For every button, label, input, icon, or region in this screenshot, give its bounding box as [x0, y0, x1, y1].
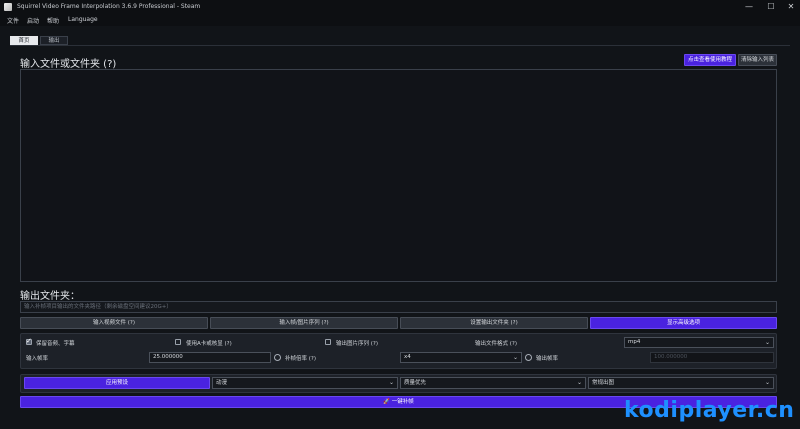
tab-divider [10, 45, 790, 46]
apply-preset-button[interactable]: 应用预设 [24, 377, 210, 389]
output-section-title: 输出文件夹： [20, 291, 80, 302]
input-image-sequence-button[interactable]: 输入帧/图片序列 (?) [210, 317, 398, 329]
output-fps-label: 输出帧率 [536, 356, 559, 362]
tutorial-button[interactable]: 点击查看使用教程 [684, 54, 736, 66]
input-fps-label: 输入帧率 [26, 356, 49, 362]
show-advanced-button[interactable]: 显示高级选项 [590, 317, 777, 329]
title-bar: Squirrel Video Frame Interpolation 3.6.9… [0, 0, 800, 14]
keep-audio-checkbox[interactable] [26, 337, 32, 345]
output-path-input[interactable]: 输入补帧项目输出的文件夹路径（剩余磁盘空间建议20G+） [20, 301, 777, 313]
preset-select-1[interactable]: 动漫 ⌄ [212, 377, 398, 389]
output-format-select[interactable]: mp4 ⌄ [624, 337, 774, 348]
menu-language[interactable]: Language [68, 16, 98, 23]
interp-ratio-label: 补帧倍率 (?) [285, 356, 316, 362]
use-a-card-checkbox[interactable] [175, 339, 181, 345]
start-interpolation-label: 一键补帧 [391, 399, 414, 405]
rocket-icon: 🚀 [383, 399, 392, 405]
preset-2-value: 质量优先 [404, 380, 427, 386]
tab-output[interactable]: 输出 [40, 36, 68, 45]
set-output-folder-button[interactable]: 设置输出文件夹 (?) [400, 317, 588, 329]
output-format-label: 输出文件格式 (?) [475, 341, 517, 347]
preset-select-3[interactable]: 常规出图 ⌄ [588, 377, 774, 389]
chevron-down-icon: ⌄ [764, 379, 770, 386]
input-video-button[interactable]: 输入视频文件 (?) [20, 317, 208, 329]
interp-ratio-radio[interactable] [274, 354, 281, 361]
maximize-icon[interactable]: ☐ [766, 2, 776, 12]
output-fps-field[interactable]: 100.000000 [650, 352, 774, 363]
chevron-down-icon: ⌄ [764, 339, 770, 346]
app-icon [4, 3, 12, 11]
input-section-title: 输入文件或文件夹 (?) [20, 59, 117, 70]
menu-launch[interactable]: 启动 [27, 16, 39, 25]
keep-audio-label: 保留音频、字幕 [36, 341, 75, 347]
output-format-value: mp4 [628, 339, 641, 345]
chevron-down-icon: ⌄ [388, 379, 394, 386]
tab-home[interactable]: 首页 [10, 36, 38, 45]
window-title: Squirrel Video Frame Interpolation 3.6.9… [17, 3, 201, 10]
menu-help[interactable]: 帮助 [47, 16, 59, 25]
output-image-seq-checkbox[interactable] [325, 339, 331, 345]
input-file-list[interactable] [20, 69, 777, 282]
menu-file[interactable]: 文件 [7, 16, 19, 25]
use-a-card-label: 使用A卡或核显 (?) [186, 341, 232, 347]
interp-ratio-select[interactable]: x4 ⌄ [400, 352, 522, 363]
watermark: kodiplayer.cn [624, 398, 795, 423]
output-image-seq-label: 输出图片序列 (?) [336, 341, 378, 347]
preset-select-2[interactable]: 质量优先 ⌄ [400, 377, 586, 389]
chevron-down-icon: ⌄ [512, 354, 518, 361]
input-fps-field[interactable]: 25.000000 [149, 352, 271, 363]
menu-bar: 文件 启动 帮助 Language [0, 14, 800, 26]
interp-ratio-value: x4 [404, 354, 411, 360]
chevron-down-icon: ⌄ [576, 379, 582, 386]
clear-input-button[interactable]: 清除输入列表 [738, 54, 777, 66]
preset-1-value: 动漫 [216, 380, 228, 386]
close-icon[interactable]: ✕ [786, 2, 796, 12]
minimize-icon[interactable]: — [744, 2, 754, 12]
preset-3-value: 常规出图 [592, 380, 615, 386]
output-fps-radio[interactable] [525, 354, 532, 361]
